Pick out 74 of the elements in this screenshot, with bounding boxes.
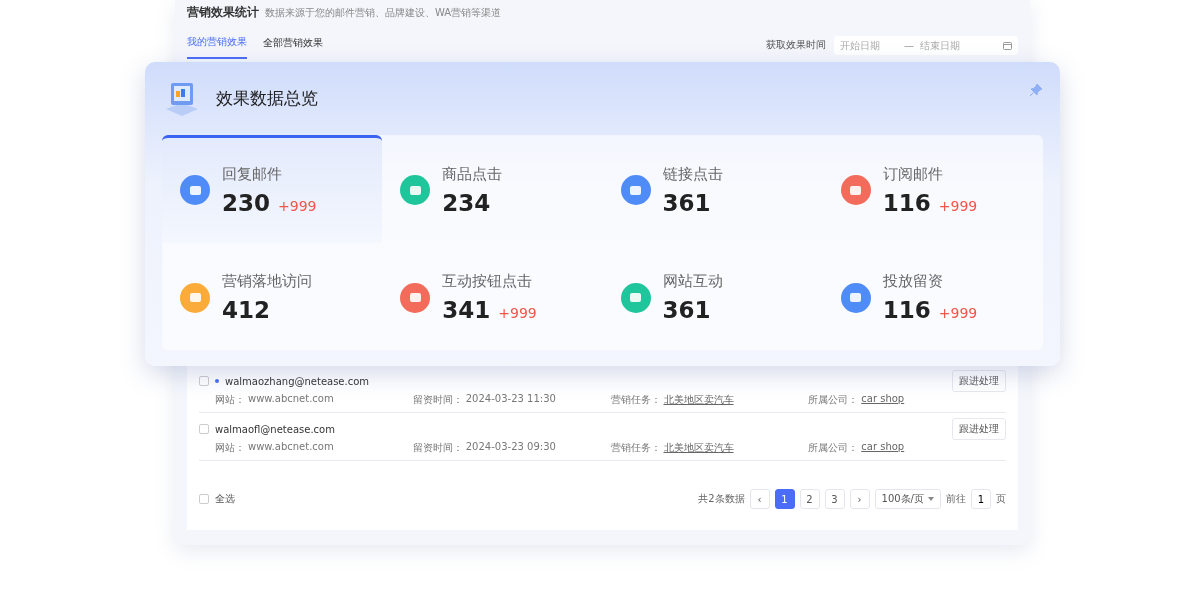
total-count: 共2条数据: [698, 492, 745, 506]
follow-up-button[interactable]: 跟进处理: [952, 370, 1006, 392]
date-separator: —: [904, 39, 914, 51]
caret-icon: [928, 497, 934, 501]
start-date-input[interactable]: 开始日期: [840, 39, 898, 51]
stat-tile[interactable]: 订阅邮件 116 +999: [822, 135, 1043, 243]
company-link[interactable]: car shop: [861, 441, 905, 455]
tab[interactable]: 全部营销效果: [263, 31, 323, 59]
task-link[interactable]: 北美地区卖汽车: [663, 441, 734, 455]
stat-value: 230: [222, 189, 270, 216]
checkbox[interactable]: [199, 424, 209, 434]
page-button[interactable]: 1: [774, 489, 795, 509]
select-all-label: 全选: [215, 492, 235, 506]
stat-value: 116: [882, 297, 931, 324]
stat-delta: +999: [938, 197, 978, 214]
pin-icon[interactable]: [1029, 82, 1043, 97]
stat-label: 商品点击: [442, 164, 503, 184]
calendar-icon: [1003, 40, 1012, 50]
field-label: 网站：: [215, 393, 245, 407]
task-link[interactable]: 北美地区卖汽车: [663, 393, 734, 407]
stat-value: 116: [882, 189, 931, 216]
field-label: 所属公司：: [808, 441, 859, 455]
goto-label: 前往: [946, 492, 966, 506]
stat-value: 361: [662, 189, 711, 216]
stat-label: 网站互动: [662, 272, 723, 292]
stat-tile[interactable]: 网站互动 361: [602, 242, 823, 350]
field-label: 营销任务：: [610, 393, 661, 407]
stat-tile[interactable]: 回复邮件 230 +999: [162, 135, 383, 243]
goto-suffix: 页: [996, 492, 1006, 506]
overview-title: 效果数据总览: [216, 87, 318, 110]
field-value: www.abcnet.com: [248, 393, 334, 406]
lead-email: walmaofl@netease.com: [215, 423, 335, 435]
stat-delta: +999: [498, 305, 537, 322]
page-button[interactable]: 3: [824, 489, 845, 509]
stat-tile[interactable]: 商品点击 234: [382, 135, 603, 243]
stat-tile[interactable]: 链接点击 361: [602, 135, 823, 243]
company-link[interactable]: car shop: [861, 393, 905, 407]
field-value: 2024-03-23 11:30: [465, 393, 556, 406]
field-label: 营销任务：: [610, 441, 661, 455]
page-subtitle: 数据来源于您的邮件营销、品牌建设、WA营销等渠道: [265, 6, 502, 20]
next-page-button[interactable]: ›: [849, 489, 870, 509]
select-all-checkbox[interactable]: [199, 494, 209, 504]
tab[interactable]: 我的营销效果: [187, 31, 247, 59]
stat-label: 营销落地访问: [222, 272, 312, 292]
end-date-input[interactable]: 结束日期: [920, 39, 978, 51]
page-button[interactable]: 2: [799, 489, 820, 509]
stat-tile[interactable]: 投放留资 116 +999: [822, 242, 1043, 350]
stat-value: 234: [442, 189, 491, 216]
follow-up-button[interactable]: 跟进处理: [952, 418, 1006, 440]
field-label: 网站：: [215, 441, 245, 455]
stat-value: 341: [442, 297, 491, 324]
field-label: 留资时间：: [412, 393, 463, 407]
stat-tile[interactable]: 互动按钮点击 341 +999: [382, 242, 603, 350]
lead-email: walmaozhang@netease.com: [225, 375, 370, 387]
stat-label: 订阅邮件: [882, 164, 944, 184]
stat-label: 投放留资: [882, 272, 944, 292]
checkbox[interactable]: [199, 376, 209, 386]
field-value: www.abcnet.com: [248, 441, 334, 454]
field-label: 留资时间：: [412, 441, 463, 455]
stat-delta: +999: [278, 197, 317, 214]
stat-value: 412: [222, 297, 270, 324]
previous-page-button[interactable]: ‹: [749, 489, 770, 509]
field-label: 所属公司：: [808, 393, 859, 407]
field-value: 2024-03-23 09:30: [465, 441, 556, 454]
page-title: 营销效果统计: [187, 4, 259, 21]
stat-label: 链接点击: [662, 164, 723, 184]
stat-delta: +999: [938, 305, 978, 322]
page-size-select[interactable]: 100条/页: [874, 489, 941, 509]
goto-page-field[interactable]: 1: [971, 489, 991, 509]
date-filter-label: 获取效果时间: [766, 38, 826, 52]
stat-label: 回复邮件: [222, 164, 283, 184]
stat-tile[interactable]: 营销落地访问 412: [162, 242, 383, 350]
stat-value: 361: [662, 297, 711, 324]
stat-label: 互动按钮点击: [442, 272, 534, 292]
